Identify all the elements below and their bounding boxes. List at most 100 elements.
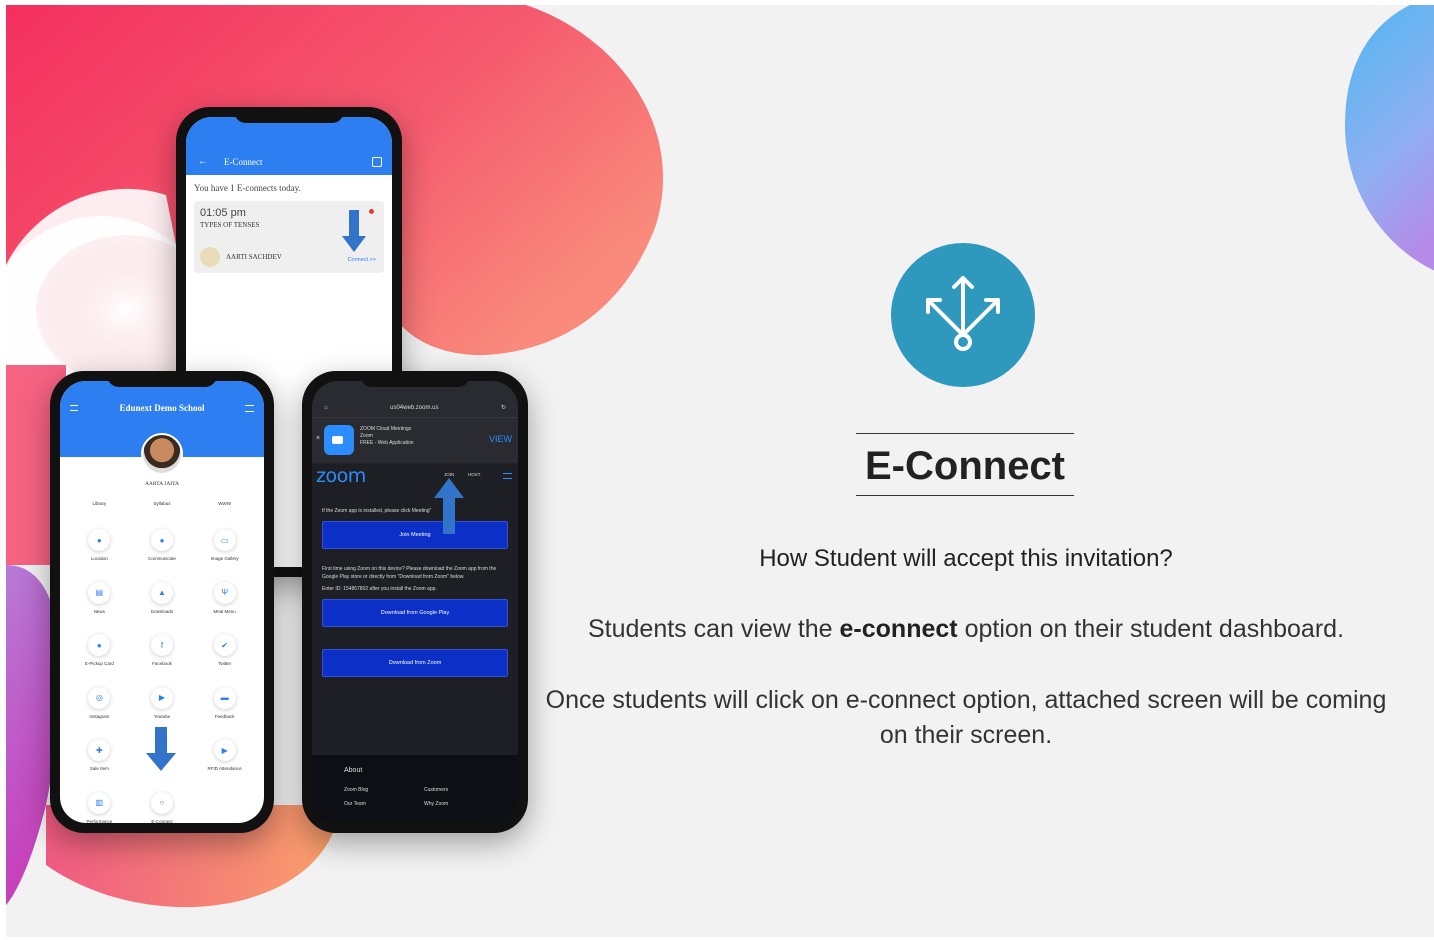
- tile-label: Twitter: [218, 661, 232, 666]
- tile-label: Downloads: [150, 608, 174, 614]
- up-arrow-icon: [434, 478, 464, 534]
- student-name: AARTA JAITA: [144, 481, 180, 487]
- back-arrow-icon[interactable]: ←: [198, 156, 208, 167]
- calendar-icon[interactable]: [372, 157, 382, 167]
- zoom-header: zoom JOIN HOST: [312, 463, 518, 489]
- tile-icon: ◎: [88, 686, 111, 709]
- phone-zoom: ⌂ us04web.zoom.us ↻ × ZOOM Cloud Meeting…: [302, 371, 528, 833]
- join-meeting-button[interactable]: Join Meeting: [322, 521, 508, 549]
- tile-label: Library: [92, 501, 107, 506]
- dashboard-tile[interactable]: ○ E-Connect: [131, 791, 194, 824]
- tile-label: Sale Item: [89, 766, 109, 771]
- dashboard-tile[interactable]: ▲ Downloads: [131, 581, 194, 635]
- tile-label: Image Gallery: [210, 556, 239, 561]
- download-zoom-button[interactable]: Download from Zoom: [322, 649, 508, 677]
- share-arrows-icon: [926, 276, 1000, 351]
- tile-label: Performance: [86, 818, 113, 824]
- dashboard-tile[interactable]: ● Location: [68, 529, 131, 582]
- phone-screen: ⌂ us04web.zoom.us ↻ × ZOOM Cloud Meeting…: [312, 381, 518, 823]
- down-arrow-icon: [342, 210, 366, 252]
- tile-icon: ▥: [88, 791, 111, 814]
- list-icon[interactable]: [245, 405, 254, 412]
- question-text: How Student will accept this invitation?: [759, 545, 1173, 572]
- tile-icon: ●: [88, 529, 111, 551]
- app-info: ZOOM Cloud Meetings Zoom FREE - Web Appl…: [360, 426, 414, 447]
- tile-icon: ▤: [88, 581, 111, 604]
- dashboard-tile[interactable]: ▥ Performance: [68, 791, 131, 824]
- tile-icon: ✚: [88, 739, 111, 761]
- teacher-avatar: [200, 247, 220, 267]
- url-text[interactable]: us04web.zoom.us: [390, 405, 438, 411]
- teacher-row: AARTI SACHDEV: [200, 247, 282, 267]
- econnect-count: You have 1 E-connects today.: [194, 183, 301, 193]
- tile-icon: ▲: [150, 581, 173, 604]
- school-name: Edunext Demo School: [119, 403, 205, 413]
- dashboard-tile[interactable]: ● Communicate: [131, 529, 194, 582]
- download-google-play-button[interactable]: Download from Google Play: [322, 599, 508, 627]
- tile-icon: ▶: [213, 739, 236, 761]
- page-title: E-Connect: [856, 433, 1074, 496]
- tile-label: Communicate: [148, 556, 176, 561]
- tile-label: E-Connect: [151, 818, 173, 824]
- tile-label: E-Pickup Card: [84, 661, 114, 666]
- dashboard-tile[interactable]: ▤ News: [68, 581, 131, 635]
- notification-dot: [369, 209, 374, 214]
- dashboard-tile[interactable]: ◎ Instagram: [68, 686, 131, 740]
- dashboard-tile[interactable]: Syllabus: [131, 501, 194, 529]
- hamburger-icon[interactable]: [503, 473, 512, 479]
- tile-icon: ▬: [213, 686, 236, 709]
- bold-span: e-connect: [839, 615, 958, 643]
- tile-icon: ●: [150, 529, 173, 551]
- first-time-message: First time using Zoom on this device? Pl…: [322, 566, 497, 580]
- tile-label: Feedback: [214, 713, 235, 719]
- dashboard-tile[interactable]: Library: [68, 501, 131, 529]
- connect-link[interactable]: Connect >>: [348, 257, 376, 263]
- reload-icon[interactable]: ↻: [501, 404, 506, 411]
- tile-label: Location: [90, 556, 108, 561]
- dashboard-tile[interactable]: ▬ Feedback: [193, 686, 256, 740]
- app-publisher: Zoom: [360, 433, 373, 439]
- text-span: option on their student dashboard.: [957, 615, 1345, 643]
- tile-icon: ●: [88, 634, 111, 656]
- close-icon[interactable]: ×: [316, 435, 320, 442]
- meeting-id-message: Enter ID: 154867802 after you install th…: [322, 586, 437, 592]
- screen-title: E-Connect: [224, 157, 263, 167]
- footer-link[interactable]: Zoom Blog: [344, 787, 368, 793]
- dashboard-tile[interactable]: ▶ RFID Attendance: [193, 739, 256, 792]
- tile-icon: ○: [150, 791, 173, 814]
- tile-icon: Ψ: [213, 581, 236, 604]
- footer-link[interactable]: Why Zoom: [424, 801, 448, 807]
- app-install-banner: × ZOOM Cloud Meetings Zoom FREE - Web Ap…: [312, 417, 518, 463]
- zoom-app-icon: [324, 425, 354, 455]
- dashboard-tile[interactable]: WWW: [193, 501, 256, 529]
- home-icon[interactable]: ⌂: [324, 405, 328, 411]
- dashboard-tile[interactable]: ✚ Sale Item: [68, 739, 131, 792]
- dashboard-grid: Library Syllabus WWW ● Location ● Communicate ▭…: [68, 501, 256, 823]
- dashboard-tile[interactable]: Ψ Meal Menu: [193, 581, 256, 635]
- tile-icon: ▭: [213, 529, 236, 551]
- join-link[interactable]: JOIN: [444, 472, 454, 477]
- dashboard-tile[interactable]: ▭ Image Gallery: [193, 529, 256, 582]
- tile-icon: ▶: [150, 686, 173, 709]
- econnect-badge: [891, 243, 1035, 387]
- tile-icon: ✔: [213, 634, 236, 656]
- description-line-2: Once students will click on e-connect op…: [545, 686, 1387, 749]
- tile-label: WWW: [218, 501, 232, 506]
- down-arrow-icon: [146, 727, 176, 771]
- zoom-logo: zoom: [316, 465, 366, 487]
- tile-label: RFID Attendance: [207, 766, 242, 771]
- teacher-name: AARTI SACHDEV: [226, 253, 282, 261]
- host-link[interactable]: HOST: [468, 472, 481, 477]
- phone-notch: [107, 371, 217, 387]
- view-button[interactable]: VIEW: [489, 434, 512, 444]
- dashboard-tile[interactable]: ● E-Pickup Card: [68, 634, 131, 687]
- tile-label: Facebook: [152, 661, 172, 666]
- app-price: FREE - Web Application: [360, 440, 414, 446]
- dashboard-tile[interactable]: f Facebook: [131, 634, 194, 687]
- footer-about: About: [344, 767, 363, 774]
- dashboard-tile[interactable]: ✔ Twitter: [193, 634, 256, 687]
- footer-link[interactable]: Customers: [424, 787, 448, 793]
- footer-link[interactable]: Our Team: [344, 801, 366, 807]
- tile-label: Youtube: [153, 713, 171, 719]
- app-name: ZOOM Cloud Meetings: [360, 426, 412, 432]
